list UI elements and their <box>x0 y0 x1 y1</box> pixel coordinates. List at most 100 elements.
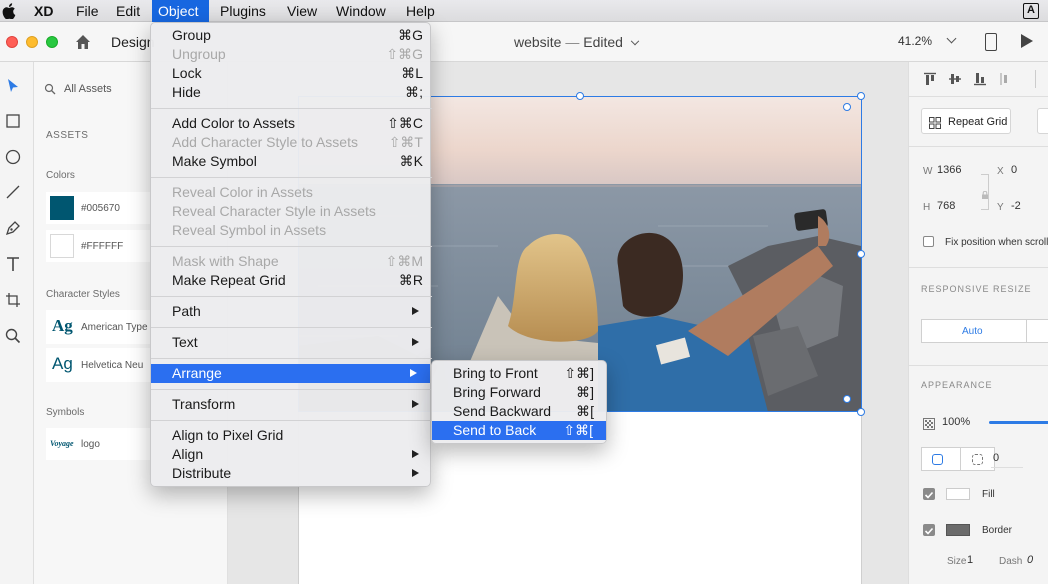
border-size-input[interactable]: 1 <box>967 554 973 566</box>
menu-item-align[interactable]: Align <box>151 445 432 464</box>
resize-handle-top-right[interactable] <box>857 92 865 100</box>
x-input[interactable]: 0 <box>1011 164 1017 176</box>
fill-checkbox[interactable] <box>923 488 935 500</box>
menu-item-arrange[interactable]: Arrange <box>151 364 430 383</box>
color-asset-row[interactable]: #FFFFFF <box>46 230 158 262</box>
assets-search-input[interactable]: All Assets <box>64 83 112 95</box>
document-title[interactable]: website — Edited <box>514 34 640 50</box>
manual-option[interactable] <box>1027 319 1048 343</box>
menu-window[interactable]: Window <box>330 0 392 22</box>
minimize-window-button[interactable] <box>26 36 38 48</box>
menu-help[interactable]: Help <box>400 0 441 22</box>
border-swatch[interactable] <box>946 524 970 536</box>
y-label: Y <box>997 202 1004 213</box>
menu-plugins[interactable]: Plugins <box>214 0 272 22</box>
component-button[interactable] <box>1037 108 1048 134</box>
color-swatch <box>50 234 74 258</box>
fix-position-checkbox[interactable] <box>923 236 934 247</box>
apple-icon[interactable] <box>2 3 16 20</box>
fill-swatch[interactable] <box>946 488 970 500</box>
menu-item-ungroup[interactable]: Ungroup ⇧⌘G <box>151 45 432 64</box>
opacity-value[interactable]: 100% <box>942 416 970 428</box>
menu-item-path[interactable]: Path <box>151 302 432 321</box>
resize-handle-top[interactable] <box>576 92 584 100</box>
menu-item-send-backward[interactable]: Send Backward ⌘[ <box>432 402 608 421</box>
uniform-radius-icon[interactable] <box>932 454 943 465</box>
menu-item-text[interactable]: Text <box>151 333 432 352</box>
zoom-tool-icon[interactable] <box>4 327 22 345</box>
select-tool-icon[interactable] <box>4 77 22 95</box>
menu-separator <box>151 246 432 247</box>
artboard-tool-icon[interactable] <box>4 291 22 309</box>
menu-item-lock[interactable]: Lock ⌘L <box>151 64 432 83</box>
opacity-slider[interactable] <box>989 421 1048 424</box>
menu-item-make-symbol[interactable]: Make Symbol ⌘K <box>151 152 432 171</box>
more-align-icon[interactable] <box>1035 70 1048 88</box>
menu-edit[interactable]: Edit <box>110 0 146 22</box>
menu-item-bring-to-front[interactable]: Bring to Front ⇧⌘] <box>432 364 608 383</box>
menu-item-bring-forward[interactable]: Bring Forward ⌘] <box>432 383 608 402</box>
character-style-row[interactable]: Ag American Type <box>46 310 158 344</box>
text-tool-icon[interactable] <box>4 255 22 273</box>
symbol-row[interactable]: Voyage logo <box>46 428 158 460</box>
menu-view[interactable]: View <box>281 0 323 22</box>
menu-file[interactable]: File <box>70 0 105 22</box>
menu-item-send-to-back[interactable]: Send to Back ⇧⌘[ <box>432 421 606 440</box>
play-preview-icon[interactable] <box>1021 34 1033 48</box>
auto-option[interactable]: Auto <box>962 326 983 337</box>
height-input[interactable]: 768 <box>937 200 955 212</box>
border-size-label: Size <box>947 556 967 567</box>
line-tool-icon[interactable] <box>4 183 22 201</box>
menu-item-reveal-color[interactable]: Reveal Color in Assets <box>151 183 432 202</box>
pen-tool-icon[interactable] <box>4 219 22 237</box>
menu-separator <box>151 108 432 109</box>
home-icon[interactable] <box>74 33 92 51</box>
menu-item-hide[interactable]: Hide ⌘; <box>151 83 432 102</box>
resize-handle-right[interactable] <box>857 250 865 258</box>
zoom-level[interactable]: 41.2% <box>898 34 932 48</box>
corner-radius-handle[interactable] <box>843 395 851 403</box>
close-window-button[interactable] <box>6 36 18 48</box>
border-dash-input[interactable]: 0 <box>1027 554 1033 566</box>
menu-item-align-to-pixel-grid[interactable]: Align to Pixel Grid <box>151 426 432 445</box>
menu-xd[interactable]: XD <box>28 0 59 22</box>
device-preview-icon[interactable] <box>985 33 997 51</box>
border-checkbox[interactable] <box>923 524 935 536</box>
repeat-grid-button[interactable]: Repeat Grid <box>921 108 1011 134</box>
responsive-resize-toggle[interactable]: Auto <box>921 319 1027 343</box>
rectangle-tool-icon[interactable] <box>4 112 22 130</box>
tab-design[interactable]: Design <box>111 34 155 50</box>
character-style-row[interactable]: Ag Helvetica Neu <box>46 348 158 382</box>
zoom-window-button[interactable] <box>46 36 58 48</box>
align-bottom-icon[interactable] <box>973 72 987 86</box>
menu-item-reveal-symbol[interactable]: Reveal Symbol in Assets <box>151 221 432 240</box>
tool-rail <box>0 62 34 584</box>
menu-item-add-character-style[interactable]: Add Character Style to Assets ⇧⌘T <box>151 133 432 152</box>
align-top-icon[interactable] <box>923 72 937 86</box>
corner-radius-input[interactable]: 0 <box>993 452 999 464</box>
zoom-chevron-icon[interactable] <box>946 33 957 44</box>
ellipse-tool-icon[interactable] <box>4 148 22 166</box>
y-input[interactable]: -2 <box>1011 200 1021 212</box>
menu-item-reveal-character-style[interactable]: Reveal Character Style in Assets <box>151 202 432 221</box>
lock-icon[interactable] <box>981 186 989 199</box>
width-label: W <box>923 166 933 177</box>
corner-radius-toggle[interactable] <box>921 447 995 471</box>
menu-item-transform[interactable]: Transform <box>151 395 432 414</box>
menu-item-distribute[interactable]: Distribute <box>151 464 432 483</box>
repeat-grid-icon <box>929 116 941 129</box>
menu-item-group[interactable]: Group ⌘G <box>151 26 432 45</box>
menu-object[interactable]: Object <box>152 0 209 22</box>
color-asset-row[interactable]: #005670 <box>46 192 158 224</box>
menu-item-add-color-to-assets[interactable]: Add Color to Assets ⇧⌘C <box>151 114 432 133</box>
menu-item-make-repeat-grid[interactable]: Make Repeat Grid ⌘R <box>151 271 432 290</box>
document-status: Edited <box>583 34 623 50</box>
per-corner-radius-icon[interactable] <box>972 454 983 465</box>
distribute-icon[interactable] <box>999 72 1013 86</box>
width-input[interactable]: 1366 <box>937 164 961 176</box>
focus-point-handle[interactable] <box>843 103 851 111</box>
adobe-status-icon[interactable]: A <box>1023 3 1039 19</box>
align-middle-icon[interactable] <box>948 72 962 86</box>
menu-item-mask-with-shape[interactable]: Mask with Shape ⇧⌘M <box>151 252 432 271</box>
resize-handle-bottom-right[interactable] <box>857 408 865 416</box>
